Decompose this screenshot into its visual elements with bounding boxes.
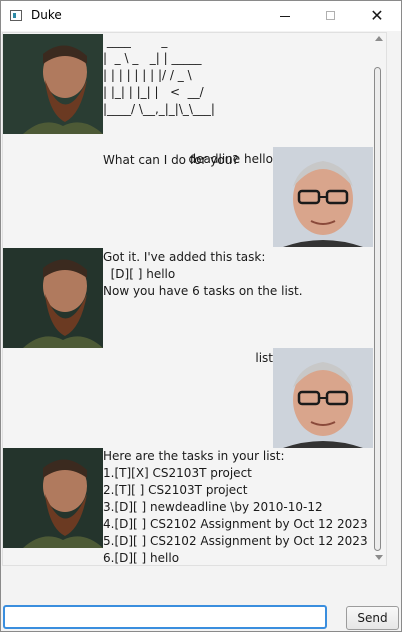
dialog-duke: ____ _ | _ \ _ _| | _____ | | | | | | | … [3,33,373,167]
app-icon [10,10,22,21]
duke-message: Got it. I've added this task: [D][ ] hel… [103,250,303,298]
vertical-scrollbar[interactable] [372,32,386,566]
older-man-glasses-avatar [273,147,373,247]
send-button[interactable]: Send [346,606,399,630]
user-message: deadline hello [188,152,273,166]
bearded-man-avatar [3,34,103,134]
minimize-icon [280,16,290,17]
window-title: Duke [31,8,62,22]
title-bar[interactable]: Duke ✕ [1,1,401,31]
dialog-user: list [3,348,373,448]
bearded-man-avatar [3,448,103,548]
close-button[interactable]: ✕ [354,1,400,31]
scroll-down-icon[interactable] [375,555,383,560]
app-window: Duke ✕ ____ _ | _ \ _ _| | _____ | | | |… [0,0,402,632]
duke-message: Here are the tasks in your list: 1.[T][X… [103,449,368,565]
dialog-scroll-pane[interactable]: ____ _ | _ \ _ _| | _____ | | | | | | | … [2,32,387,566]
maximize-button[interactable] [308,1,354,31]
close-icon: ✕ [370,6,384,25]
dialog-duke: Here are the tasks in your list: 1.[T][X… [3,448,373,565]
scrollbar-thumb[interactable] [374,67,381,551]
minimize-button[interactable] [262,1,308,31]
user-message: list [255,351,273,365]
dialog-user: deadline hello [3,147,373,247]
maximize-icon [326,11,335,20]
bearded-man-avatar [3,248,103,348]
user-input-field[interactable] [3,605,327,629]
older-man-glasses-avatar [273,348,373,448]
dialog-duke: Got it. I've added this task: [D][ ] hel… [3,248,373,348]
scroll-up-icon[interactable] [375,36,383,41]
